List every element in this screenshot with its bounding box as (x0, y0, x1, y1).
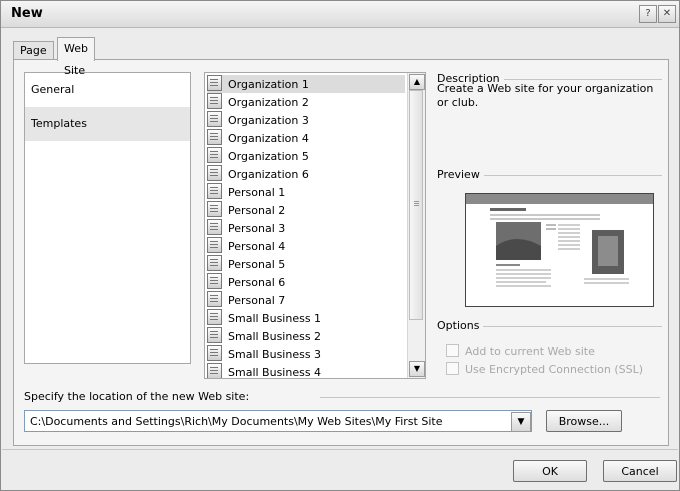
add-to-current-label: Add to current Web site (465, 345, 595, 358)
template-icon (207, 93, 222, 109)
footer-separator (2, 449, 678, 450)
template-icon (207, 201, 222, 217)
category-general[interactable]: General (25, 73, 190, 107)
location-label: Specify the location of the new Web site… (24, 390, 250, 403)
template-icon (207, 273, 222, 289)
template-icon (207, 237, 222, 253)
use-ssl-label: Use Encrypted Connection (SSL) (465, 363, 644, 376)
scroll-up-icon[interactable]: ▲ (409, 74, 425, 90)
description-text: Create a Web site for your organization … (437, 82, 654, 109)
template-item[interactable]: Personal 6 (207, 273, 405, 291)
template-item[interactable]: Organization 1 (207, 75, 405, 93)
template-icon (207, 327, 222, 343)
template-list-scrollbar[interactable]: ▲ ▼ (407, 73, 425, 378)
window-title: New (11, 6, 43, 21)
add-to-current-option[interactable]: Add to current Web site (446, 344, 595, 358)
template-icon (207, 147, 222, 163)
add-to-current-checkbox[interactable] (446, 344, 459, 357)
template-list[interactable]: Organization 1 Organization 2 Organizati… (204, 72, 426, 379)
ok-button[interactable]: OK (513, 460, 587, 482)
tab-page[interactable]: Page (13, 41, 54, 60)
template-item[interactable]: Organization 6 (207, 165, 405, 183)
template-item[interactable]: Personal 2 (207, 201, 405, 219)
tab-web-site[interactable]: Web Site (57, 37, 95, 77)
preview-label: Preview (437, 168, 484, 181)
location-dropdown-icon[interactable]: ▼ (511, 412, 531, 432)
use-ssl-checkbox[interactable] (446, 362, 459, 375)
template-icon (207, 309, 222, 325)
template-icon (207, 345, 222, 361)
template-item[interactable]: Personal 5 (207, 255, 405, 273)
cancel-button[interactable]: Cancel (603, 460, 677, 482)
template-item[interactable]: Small Business 1 (207, 309, 405, 327)
template-item[interactable]: Personal 1 (207, 183, 405, 201)
template-icon (207, 129, 222, 145)
close-button[interactable]: ✕ (658, 5, 676, 23)
template-item[interactable]: Organization 5 (207, 147, 405, 165)
location-separator (320, 397, 660, 398)
tab-panel: General Templates Organization 1 Organiz… (13, 59, 669, 446)
options-label: Options (437, 319, 484, 332)
template-item[interactable]: Small Business 2 (207, 327, 405, 345)
template-item[interactable]: Personal 4 (207, 237, 405, 255)
template-item[interactable]: Organization 4 (207, 129, 405, 147)
help-button[interactable]: ? (639, 5, 657, 23)
preview-thumbnail-icon (466, 194, 653, 287)
use-ssl-option[interactable]: Use Encrypted Connection (SSL) (446, 362, 643, 376)
template-icon (207, 291, 222, 307)
location-input[interactable]: C:\Documents and Settings\Rich\My Docume… (24, 410, 532, 432)
title-bar: New ? ✕ (1, 1, 679, 28)
scroll-thumb[interactable] (409, 90, 423, 320)
template-preview-image (465, 193, 654, 307)
template-icon (207, 165, 222, 181)
template-icon (207, 255, 222, 271)
category-list[interactable]: General Templates (24, 72, 191, 364)
scroll-down-icon[interactable]: ▼ (409, 361, 425, 377)
template-item[interactable]: Small Business 3 (207, 345, 405, 363)
template-icon (207, 219, 222, 235)
template-item[interactable]: Organization 2 (207, 93, 405, 111)
browse-button[interactable]: Browse... (546, 410, 622, 432)
template-icon (207, 183, 222, 199)
template-item[interactable]: Small Business 4 (207, 363, 405, 378)
template-icon (207, 75, 222, 91)
template-item[interactable]: Personal 3 (207, 219, 405, 237)
template-item[interactable]: Organization 3 (207, 111, 405, 129)
template-icon (207, 111, 222, 127)
template-icon (207, 363, 222, 378)
category-templates[interactable]: Templates (25, 107, 190, 141)
template-item[interactable]: Personal 7 (207, 291, 405, 309)
new-dialog: New ? ✕ Page Web Site General Templates … (0, 0, 680, 491)
